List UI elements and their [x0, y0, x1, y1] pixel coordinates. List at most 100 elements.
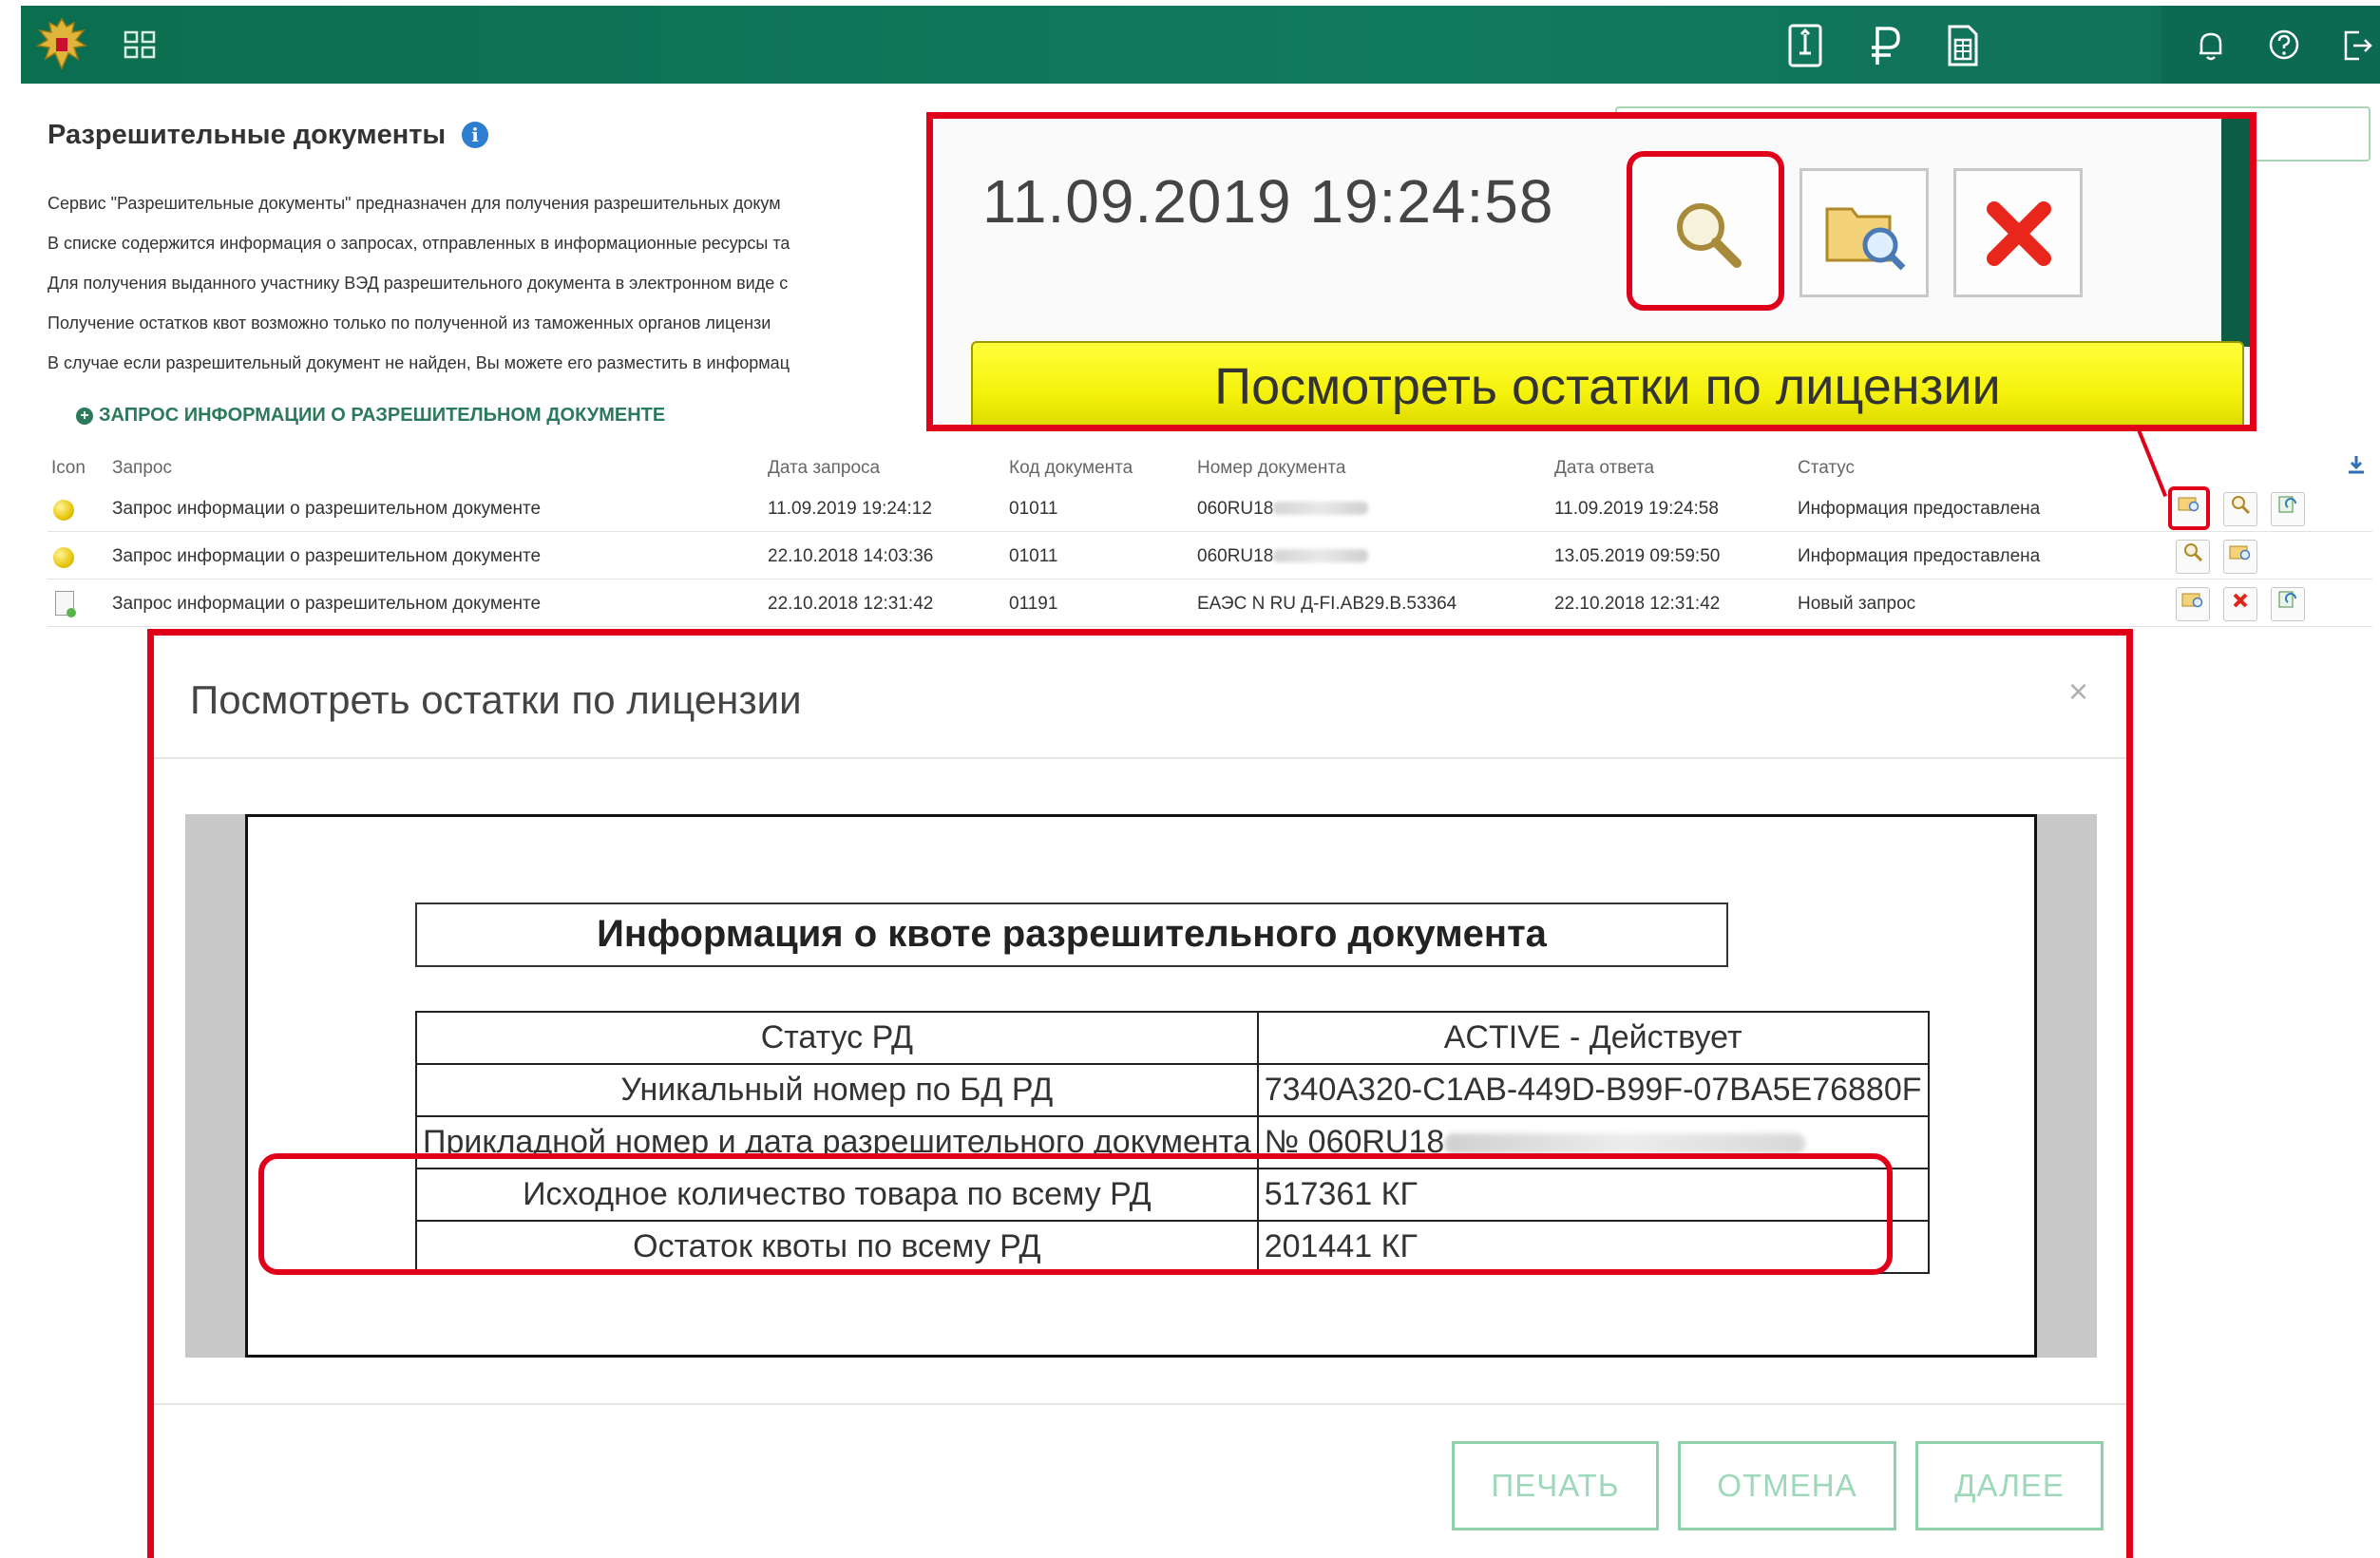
quota-key: Статус РД	[415, 1011, 1259, 1065]
refresh-request-button[interactable]	[2271, 587, 2305, 621]
refresh-doc-icon	[2278, 591, 2296, 608]
row-doc-code: 01011	[1009, 499, 1058, 519]
calculator-doc-icon[interactable]	[1944, 23, 1982, 68]
quota-folder-search-icon	[2229, 545, 2251, 560]
view-quota-button[interactable]	[2223, 540, 2257, 574]
view-document-button[interactable]	[2176, 540, 2210, 574]
row-doc-number: 060RU18	[1197, 499, 1369, 520]
view-quota-button[interactable]	[2176, 587, 2210, 621]
description-line-3: Для получения выданного участнику ВЭД ра…	[48, 274, 789, 293]
column-header-request[interactable]: Запрос	[112, 458, 172, 479]
table-row[interactable]: Запрос информации о разрешительном докум…	[48, 534, 2372, 580]
column-header-status[interactable]: Статус	[1798, 458, 1855, 479]
delete-request-button[interactable]	[2223, 587, 2257, 621]
row-doc-number-text: 060RU18	[1197, 546, 1274, 566]
row-answer-date: 11.09.2019 19:24:58	[1554, 499, 1719, 519]
callout-tooltip: Посмотреть остатки по лицензии	[971, 341, 2244, 425]
info-icon[interactable]: i	[462, 122, 488, 148]
view-quota-button[interactable]	[2168, 486, 2210, 530]
row-doc-number: ЕАЭС N RU Д-FI.AB29.B.53364	[1197, 594, 1457, 614]
modal-divider	[154, 757, 2126, 759]
row-request: Запрос информации о разрешительном докум…	[112, 594, 542, 614]
row-doc-number: 060RU18	[1197, 546, 1369, 567]
help-icon[interactable]	[2268, 28, 2300, 61]
magnifier-icon	[2184, 543, 2203, 562]
emblem-icon[interactable]	[30, 13, 93, 76]
new-document-icon	[55, 591, 76, 618]
table-row: Статус РД ACTIVE - Действует	[415, 1011, 1930, 1065]
row-status: Информация предоставлена	[1798, 499, 2041, 519]
column-header-doc-number[interactable]: Номер документа	[1197, 458, 1345, 479]
highlight-quota-rows	[258, 1153, 1893, 1275]
next-button[interactable]: ДАЛЕЕ	[1915, 1441, 2104, 1530]
view-document-button[interactable]	[2223, 492, 2257, 526]
quota-folder-search-icon	[1825, 207, 1906, 271]
column-header-request-date[interactable]: Дата запроса	[768, 458, 880, 479]
table-row[interactable]: Запрос информации о разрешительном докум…	[48, 486, 2372, 532]
callout-delete-button[interactable]	[1953, 168, 2083, 297]
refresh-request-button[interactable]	[2271, 492, 2305, 526]
header-utility-block	[2161, 6, 2380, 84]
redacted-mark	[1273, 549, 1369, 562]
description-line-4: Получение остатков квот возможно только …	[48, 314, 771, 332]
cancel-button[interactable]: ОТМЕНА	[1678, 1441, 1896, 1530]
row-status: Информация предоставлена	[1798, 546, 2041, 566]
document-title: Информация о квоте разрешительного докум…	[415, 902, 1728, 967]
close-red-icon	[2233, 593, 2248, 608]
callout-answer-date: 11.09.2019 19:24:58	[982, 167, 1554, 236]
table-row: Уникальный номер по БД РД 7340A320-C1AB-…	[415, 1063, 1930, 1117]
book-icon[interactable]	[1786, 23, 1824, 68]
row-request: Запрос информации о разрешительном докум…	[112, 546, 542, 566]
column-header-answer-date[interactable]: Дата ответа	[1554, 458, 1654, 479]
row-answer-date: 22.10.2018 12:31:42	[1554, 594, 1721, 614]
quota-value: 7340A320-C1AB-449D-B99F-07BA5E76880F	[1256, 1063, 1930, 1117]
description-line-1: Сервис "Разрешительные документы" предна…	[48, 194, 781, 213]
modal-title: Посмотреть остатки по лицензии	[190, 677, 802, 722]
table-row[interactable]: Запрос информации о разрешительном докум…	[48, 581, 2372, 627]
quota-folder-search-icon	[2178, 497, 2199, 512]
callout-view-document-button[interactable]	[1627, 151, 1784, 311]
document-page: Информация о квоте разрешительного докум…	[245, 814, 2037, 1358]
row-request-date: 22.10.2018 12:31:42	[768, 594, 934, 614]
close-icon[interactable]: ×	[2068, 672, 2088, 712]
request-info-link[interactable]: + ЗАПРОС ИНФОРМАЦИИ О РАЗРЕШИТЕЛЬНОМ ДОКУ…	[76, 405, 665, 427]
quota-modal: Посмотреть остатки по лицензии × Информа…	[147, 629, 2133, 1558]
plus-circle-icon: +	[76, 408, 93, 425]
refresh-doc-icon	[2278, 496, 2296, 513]
row-doc-code: 01191	[1009, 594, 1058, 614]
column-header-doc-code[interactable]: Код документа	[1009, 458, 1133, 479]
quota-value: ACTIVE - Действует	[1256, 1011, 1930, 1065]
bell-icon[interactable]	[2196, 28, 2226, 63]
row-request-date: 22.10.2018 14:03:36	[768, 546, 934, 566]
redacted-mark	[1273, 502, 1369, 515]
modal-footer-divider	[154, 1403, 2126, 1405]
quota-folder-search-icon	[2181, 593, 2203, 608]
top-bar	[21, 6, 2380, 84]
status-yellow-dot-icon	[53, 500, 74, 521]
close-red-icon	[1987, 201, 2051, 266]
row-request: Запрос информации о разрешительном докум…	[112, 499, 542, 519]
document-viewer[interactable]: Информация о квоте разрешительного докум…	[185, 814, 2097, 1358]
logout-icon[interactable]	[2340, 28, 2374, 63]
zoom-callout: 11.09.2019 19:24:58 Посмотреть остатки п…	[926, 112, 2256, 431]
row-answer-date: 13.05.2019 09:59:50	[1554, 546, 1721, 566]
row-status: Новый запрос	[1798, 594, 1916, 614]
quota-key: Уникальный номер по БД РД	[415, 1063, 1259, 1117]
page-title: Разрешительные документы	[48, 120, 447, 150]
ruble-icon[interactable]	[1866, 23, 1904, 68]
magnifier-icon	[2232, 496, 2251, 515]
print-button[interactable]: ПЕЧАТЬ	[1452, 1441, 1659, 1530]
column-header-icon: Icon	[51, 458, 86, 478]
apps-grid-icon[interactable]	[124, 30, 156, 59]
description-line-5: В случае если разрешительный документ не…	[48, 353, 790, 372]
status-yellow-dot-icon	[53, 547, 74, 568]
magnifier-icon	[1677, 203, 1742, 268]
row-request-date: 11.09.2019 19:24:12	[768, 499, 932, 519]
row-doc-code: 01011	[1009, 546, 1058, 566]
redacted-mark	[1444, 1133, 1806, 1154]
callout-view-quota-button[interactable]	[1799, 168, 1929, 297]
description-line-2: В списке содержится информация о запроса…	[48, 234, 790, 253]
download-icon[interactable]	[2347, 454, 2366, 475]
row-doc-number-text: 060RU18	[1197, 499, 1274, 519]
callout-dark-edge	[2221, 119, 2250, 347]
